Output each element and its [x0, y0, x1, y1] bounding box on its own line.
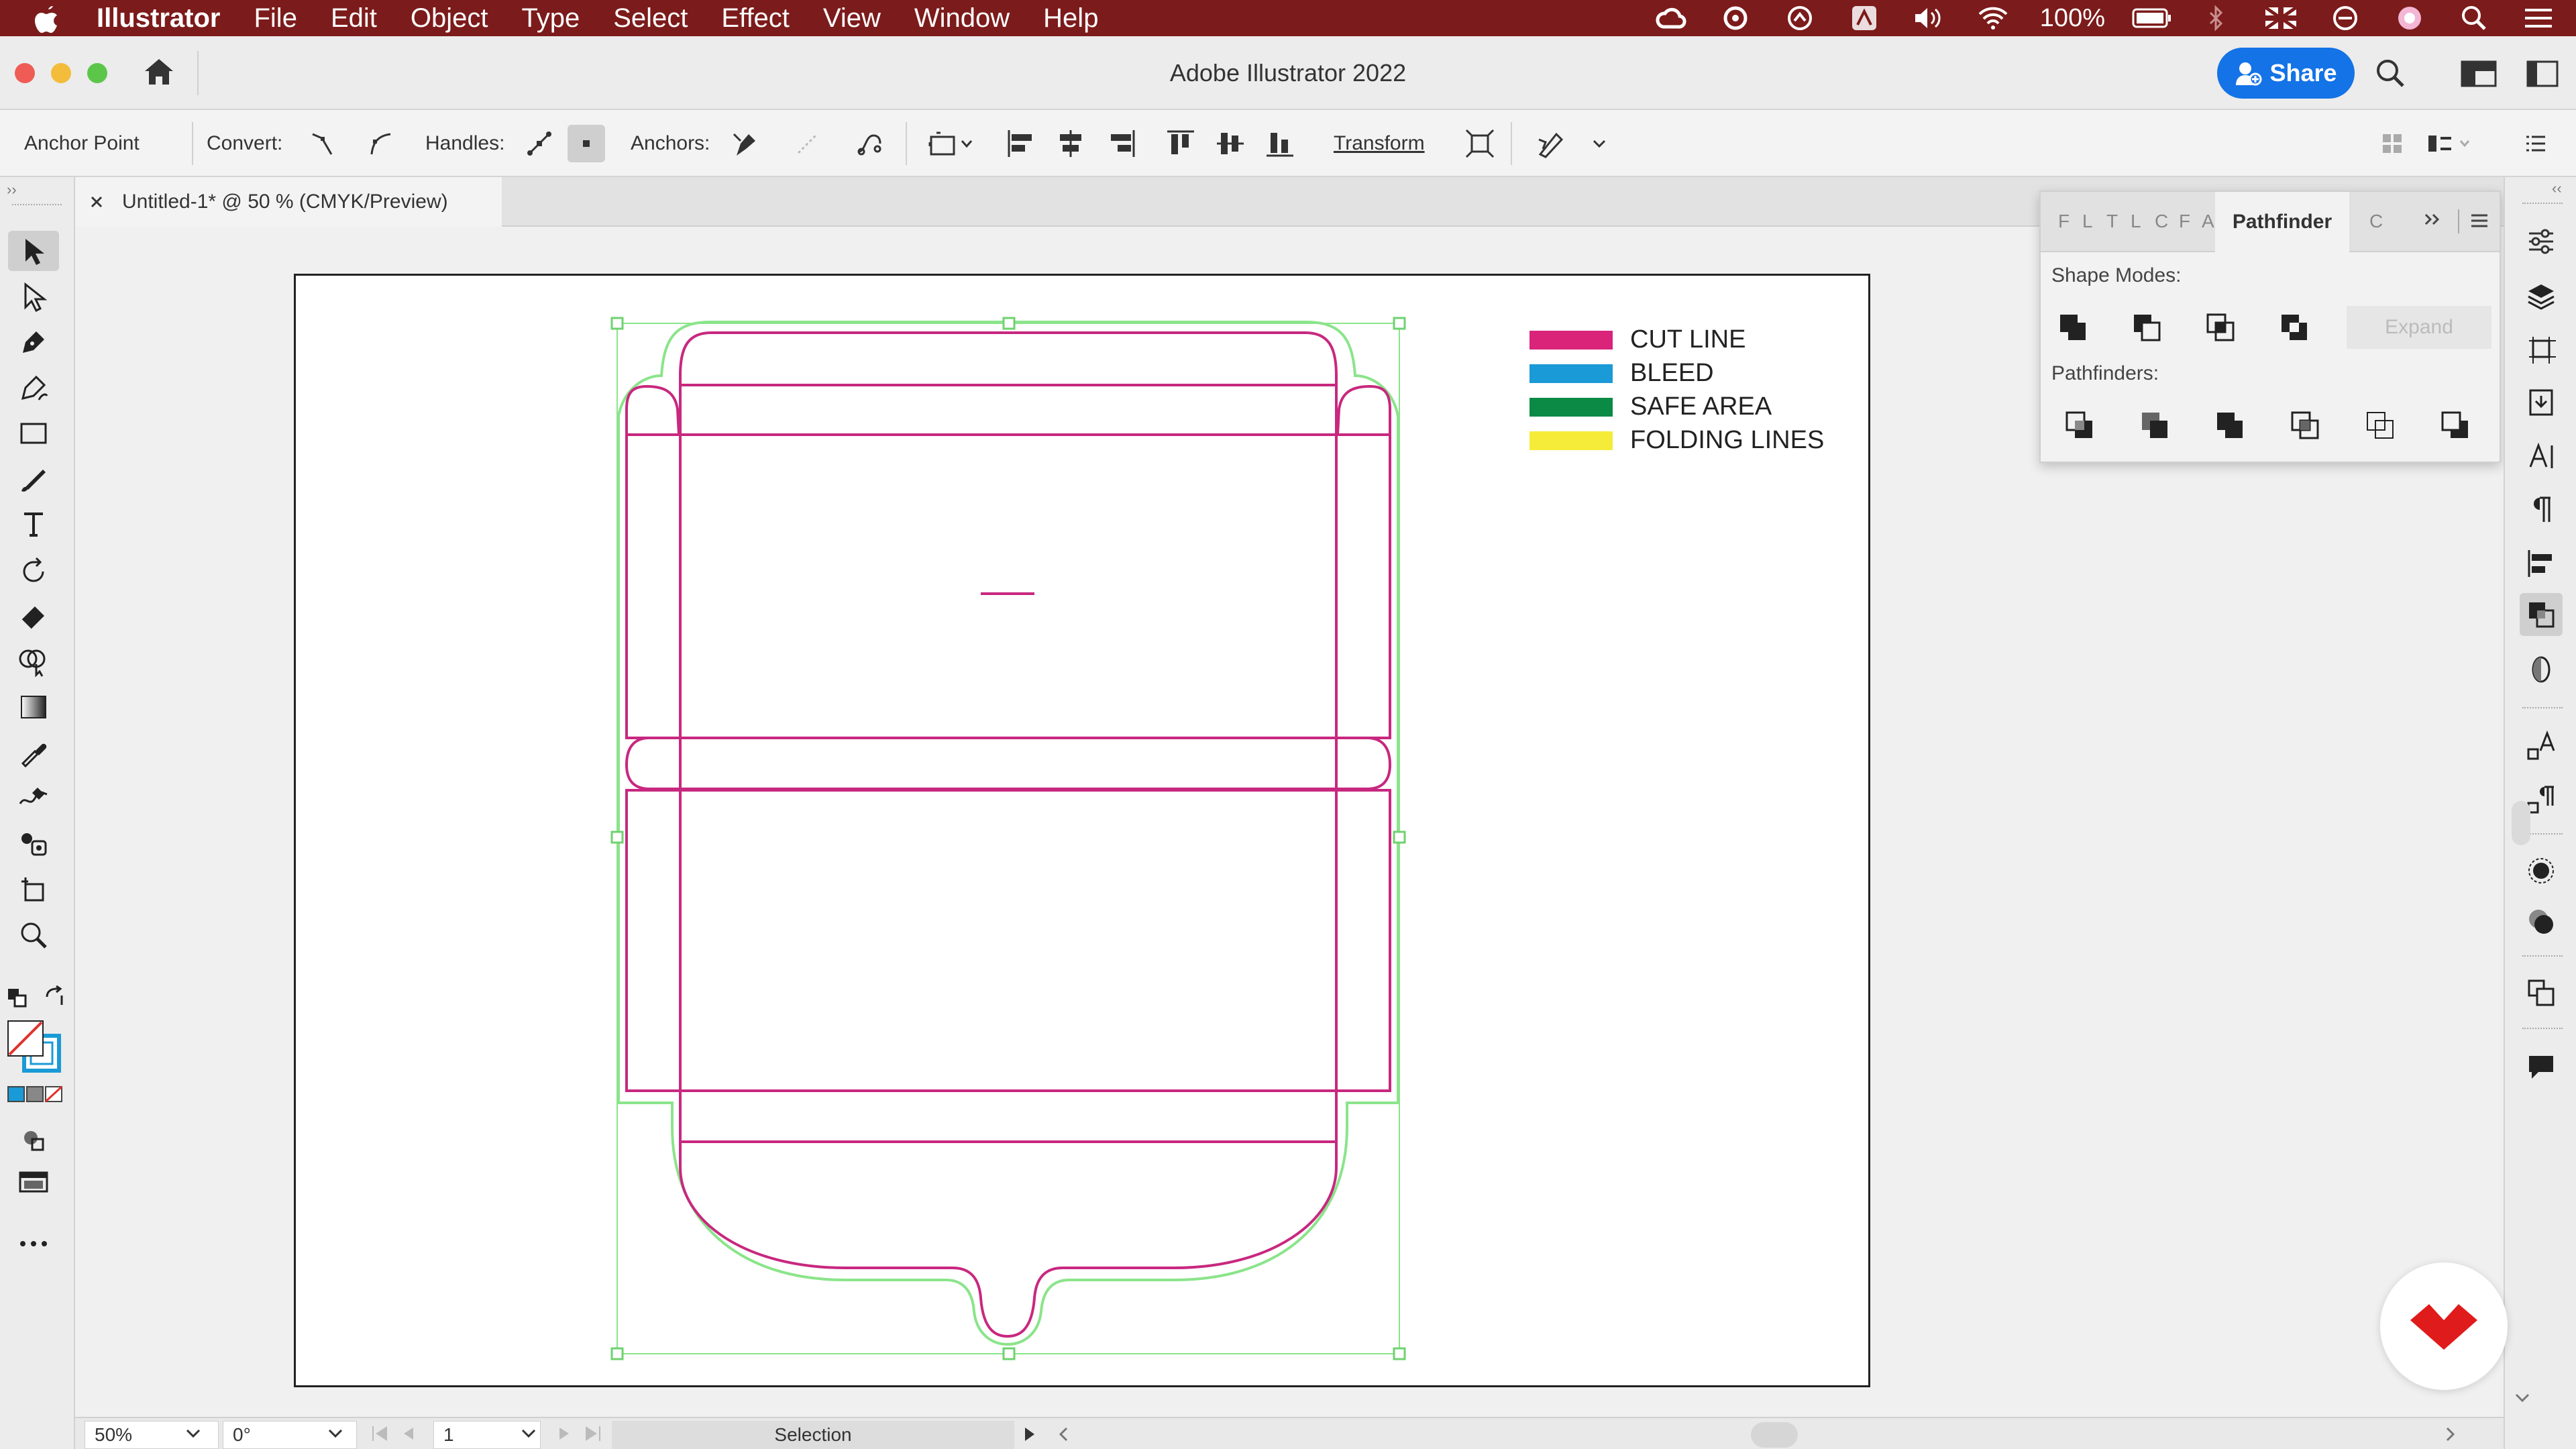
vertical-scrollbar-thumb[interactable]	[2512, 801, 2530, 845]
chevron-down-icon[interactable]	[521, 1425, 537, 1441]
trim-icon[interactable]	[2133, 404, 2176, 447]
bleed-outline	[617, 321, 1399, 1346]
collapsed-tab[interactable]: L	[2082, 211, 2093, 232]
properties-icon[interactable]	[2520, 220, 2563, 263]
legend-label-folding-lines: FOLDING LINES	[1630, 426, 1825, 454]
expand-button[interactable]: Expand	[2347, 306, 2491, 349]
pathfinder-panel-icon[interactable]	[2520, 593, 2563, 636]
paragraph-icon[interactable]	[2520, 488, 2563, 531]
panel-menu-icon[interactable]	[2469, 211, 2490, 231]
shape-modes-label: Shape Modes:	[2051, 264, 2182, 286]
collapse-dock-icon[interactable]: ‹‹	[2552, 180, 2562, 197]
divide-icon[interactable]	[2058, 404, 2101, 447]
collapsed-tab[interactable]: T	[2106, 211, 2118, 232]
graphic-styles-icon[interactable]	[2520, 900, 2563, 943]
pathfinders-label: Pathfinders:	[2051, 362, 2159, 384]
expand-panels-icon[interactable]	[2423, 209, 2443, 229]
collapsed-tab[interactable]: F	[2058, 211, 2070, 232]
pathfinder-panel: F L T L C F A Pathfinder C Shape Modes: …	[2039, 191, 2501, 463]
artboards-icon[interactable]	[2520, 327, 2563, 370]
artboard-nav-next[interactable]	[555, 1425, 602, 1442]
right-panel-dock: ‹‹	[2504, 177, 2576, 1449]
unite-icon[interactable]	[2051, 306, 2094, 349]
cut-line-paths	[625, 331, 1392, 1338]
collapsed-tab[interactable]: F	[2179, 211, 2190, 232]
selection-handles[interactable]	[610, 317, 1406, 1360]
legend-label-safe-area: SAFE AREA	[1630, 392, 1772, 421]
panel-grip	[2522, 203, 2563, 204]
minus-back-icon[interactable]	[2434, 404, 2477, 447]
align-panel-icon[interactable]	[2520, 542, 2563, 585]
brand-logo-icon	[2410, 1304, 2477, 1350]
intersect-icon[interactable]	[2199, 306, 2242, 349]
collapsed-tab[interactable]: A	[2202, 211, 2214, 232]
rotation-value: 0°	[233, 1424, 251, 1445]
scroll-down-icon[interactable]	[2514, 1391, 2530, 1405]
asset-export-icon[interactable]	[2520, 381, 2563, 424]
status-menu-arrow-icon[interactable]	[1022, 1426, 1036, 1442]
transparency-icon[interactable]	[2520, 648, 2563, 691]
crop-icon[interactable]	[2284, 404, 2326, 447]
comments-icon[interactable]	[2520, 1045, 2563, 1088]
scroll-right-icon[interactable]	[2443, 1426, 2457, 1442]
exclude-icon[interactable]	[2273, 306, 2316, 349]
chevron-down-icon[interactable]	[185, 1425, 201, 1441]
panel-grip	[2522, 955, 2563, 957]
artboard-nav-prev[interactable]	[370, 1425, 417, 1442]
scroll-left-icon[interactable]	[1057, 1426, 1071, 1442]
character-styles-icon[interactable]	[2520, 724, 2563, 767]
appearance-icon[interactable]	[2520, 849, 2563, 892]
legend-labels: CUT LINE BLEED SAFE AREA FOLDING LINES	[1529, 325, 1824, 459]
selection-bounding-box	[616, 323, 1400, 1354]
panel-tab-strip: F L T L C F A Pathfinder C	[2041, 192, 2500, 252]
collapsed-tab[interactable]: C	[2155, 211, 2168, 232]
merge-icon[interactable]	[2208, 404, 2251, 447]
artboard-number: 1	[443, 1424, 454, 1445]
panel-grip	[2522, 707, 2563, 708]
chevron-down-icon[interactable]	[327, 1425, 343, 1441]
status-tool-display[interactable]: Selection	[612, 1421, 1014, 1449]
panel-grip	[2522, 1028, 2563, 1029]
legend-label-bleed: BLEED	[1630, 359, 1714, 387]
layers-icon[interactable]	[2520, 274, 2563, 317]
tab-pathfinder[interactable]: Pathfinder	[2215, 192, 2349, 252]
links-icon[interactable]	[2520, 971, 2563, 1014]
outline-icon[interactable]	[2359, 404, 2402, 447]
collapsed-tab[interactable]: C	[2369, 211, 2383, 232]
zoom-value: 50%	[95, 1424, 133, 1445]
collapsed-tab[interactable]: L	[2131, 211, 2141, 232]
character-icon[interactable]	[2520, 435, 2563, 478]
horizontal-scrollbar-thumb[interactable]	[1751, 1422, 1798, 1448]
brand-watermark-badge	[2380, 1263, 2508, 1390]
legend-label-cut-line: CUT LINE	[1630, 325, 1746, 354]
status-bar: 50% 0° 1 Selection	[75, 1417, 2504, 1449]
minus-front-icon[interactable]	[2125, 306, 2168, 349]
divider	[2458, 209, 2459, 233]
